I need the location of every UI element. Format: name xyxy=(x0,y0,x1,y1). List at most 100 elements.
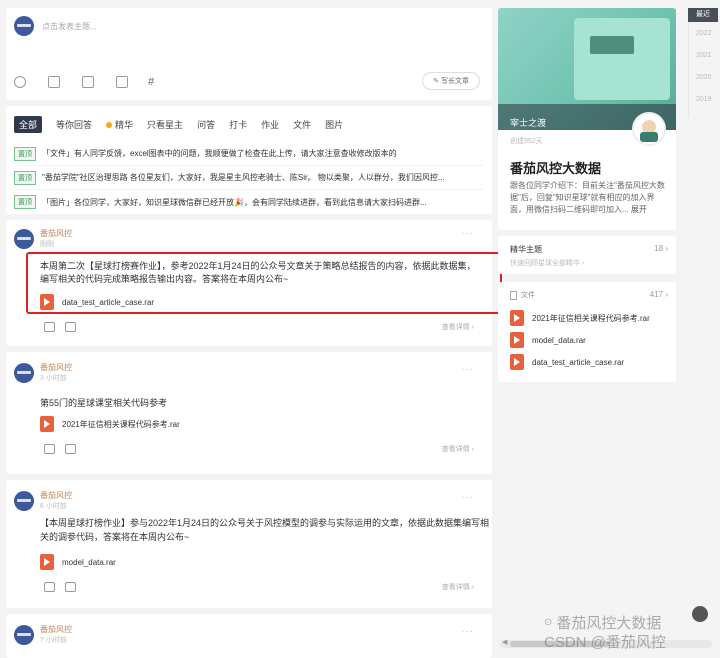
post-time: 3 小时前 xyxy=(40,375,67,382)
rar-file-icon xyxy=(510,310,524,326)
rar-file-icon xyxy=(510,354,524,370)
filter-tabs: 全部 等你回答 精华 只看星主 问答 打卡 作业 文件 图片 xyxy=(14,116,357,133)
author-avatar xyxy=(14,490,34,511)
write-article-button[interactable]: ✎ 写长文章 xyxy=(422,72,480,90)
more-menu-icon[interactable]: ··· xyxy=(461,492,474,503)
file-icon[interactable] xyxy=(82,76,94,88)
post-time: 刚刚 xyxy=(40,241,54,248)
pinned-item[interactable]: 置顶 「文件」有人同学反馈，excel图表中的问题，我顺便做了检查在此上传，请大… xyxy=(14,142,484,166)
timeline-year[interactable]: 2019 xyxy=(696,96,712,103)
rar-file-icon xyxy=(40,416,54,432)
pen-icon: ✎ xyxy=(433,78,440,85)
comment-icon[interactable] xyxy=(65,322,76,332)
document-icon xyxy=(510,290,517,300)
pinned-list: 置顶 「文件」有人同学反馈，excel图表中的问题，我顺便做了检查在此上传，请大… xyxy=(14,142,484,214)
files-count[interactable]: 417 › xyxy=(650,290,668,299)
sidebar-file-item[interactable]: data_test_article_case.rar xyxy=(510,354,624,370)
post-card: 番茄风控 6 小时前 ··· 【本周星球打榜作业】参与2022年1月24日的公众… xyxy=(6,480,492,608)
pinned-text: 「图片」各位同学，大家好，知识星球微信群已经开放🎉，会有同学陆续进群，看到此信息… xyxy=(42,197,427,207)
filter-qa[interactable]: 问答 xyxy=(197,118,215,131)
filter-checkin[interactable]: 打卡 xyxy=(229,118,247,131)
post-time: 7 小时前 xyxy=(40,637,67,644)
comment-icon[interactable] xyxy=(65,444,76,454)
feed-header-card: 全部 等你回答 精华 只看星主 问答 打卡 作业 文件 图片 置顶 「文件」有人… xyxy=(6,106,492,214)
more-menu-icon[interactable]: ··· xyxy=(461,626,474,637)
filter-files[interactable]: 文件 xyxy=(293,118,311,131)
filter-images[interactable]: 图片 xyxy=(325,118,343,131)
attachment-name: data_test_article_case.rar xyxy=(62,297,155,307)
essence-card[interactable]: 精华主题 18 › 快速回顾星球全部精华 › xyxy=(498,236,676,274)
author-name[interactable]: 番茄风控 xyxy=(40,228,72,239)
see-details-link[interactable]: 查看详情 › xyxy=(442,582,474,592)
files-card: 文件 417 › 2021年征信相关课程代码参考.rar model_data.… xyxy=(498,282,676,382)
support-bubble-icon[interactable] xyxy=(692,606,708,622)
sidebar-file-name: model_data.rar xyxy=(532,335,586,345)
user-avatar xyxy=(14,16,34,36)
sidebar-file-item[interactable]: model_data.rar xyxy=(510,332,586,348)
rar-file-icon xyxy=(40,294,54,310)
author-avatar xyxy=(14,624,34,645)
sidebar-file-name: data_test_article_case.rar xyxy=(532,357,625,367)
author-name[interactable]: 番茄风控 xyxy=(40,362,72,373)
post-time: 6 小时前 xyxy=(40,503,67,510)
filter-awaiting[interactable]: 等你回答 xyxy=(56,118,92,131)
write-article-label: 写长文章 xyxy=(441,78,469,85)
pinned-text: "番茄学院"社区治理思路 各位星友们，大家好，我是星主风控老骑士、陈Sir。 物… xyxy=(42,173,445,182)
more-menu-icon[interactable]: ··· xyxy=(461,364,474,375)
essence-label: 精华主题 xyxy=(510,245,542,254)
see-details-link[interactable]: 查看详情 › xyxy=(442,322,474,332)
image-icon[interactable] xyxy=(48,76,60,88)
scroll-left-icon[interactable]: ◀ xyxy=(502,638,507,646)
timeline-recent[interactable]: 最近 xyxy=(688,8,718,22)
filter-homework[interactable]: 作业 xyxy=(261,118,279,131)
intro-expand-link[interactable]: 展开 xyxy=(631,205,647,214)
timeline-year[interactable]: 2020 xyxy=(696,74,712,81)
see-details-link[interactable]: 查看详情 › xyxy=(442,444,474,454)
essence-sub: 快速回顾星球全部精华 › xyxy=(510,260,585,267)
pinned-item[interactable]: 置顶 「图片」各位同学，大家好，知识星球微信群已经开放🎉，会有同学陆续进群，看到… xyxy=(14,190,484,214)
emoji-icon[interactable] xyxy=(14,76,26,88)
attachment[interactable]: model_data.rar xyxy=(40,554,116,570)
rar-file-icon xyxy=(40,554,54,570)
author-avatar xyxy=(14,362,34,383)
comment-icon[interactable] xyxy=(65,582,76,592)
post-card: 番茄风控 7 小时前 ··· xyxy=(6,614,492,658)
hashtag-button[interactable]: # xyxy=(148,76,154,88)
rar-file-icon xyxy=(510,332,524,348)
timeline-year[interactable]: 2021 xyxy=(696,52,712,59)
group-card: 宰士之渡 创建952天 番茄风控大数据 跟各位同学介绍下：目前关注"番茄风控大数… xyxy=(498,8,676,230)
attachment[interactable]: data_test_article_case.rar xyxy=(40,294,154,310)
sidebar-file-item[interactable]: 2021年征信相关课程代码参考.rar xyxy=(510,310,650,326)
author-avatar xyxy=(14,228,34,249)
pinned-tag: 置顶 xyxy=(14,146,36,161)
author-name[interactable]: 番茄风控 xyxy=(40,624,72,635)
post-body: 第55门的星球课堂相关代码参考 xyxy=(40,398,168,408)
watermark-line2: CSDN @番茄风控 xyxy=(544,634,666,651)
group-name: 番茄风控大数据 xyxy=(510,161,602,176)
watermark: ⊙ 番茄风控大数据 CSDN @番茄风控 xyxy=(544,612,666,652)
post-body: 【本周星球打榜作业】参与2022年1月24日的公众号关于风控模型的调参与实际运用… xyxy=(40,518,490,542)
filter-all[interactable]: 全部 xyxy=(14,116,43,133)
pinned-tag: 置顶 xyxy=(14,170,36,185)
pinned-item[interactable]: 置顶 "番茄学院"社区治理思路 各位星友们，大家好，我是星主风控老骑士、陈Sir… xyxy=(14,166,484,190)
like-icon[interactable] xyxy=(44,444,55,454)
attachment[interactable]: 2021年征信相关课程代码参考.rar xyxy=(40,416,180,432)
composer-input[interactable]: 点击发表主题... xyxy=(42,21,97,32)
filter-essence[interactable]: 精华 xyxy=(106,118,133,131)
like-icon[interactable] xyxy=(44,582,55,592)
wechat-icon: ⊙ xyxy=(544,617,553,628)
banner-title: 宰士之渡 xyxy=(510,118,547,128)
more-menu-icon[interactable]: ··· xyxy=(461,228,474,239)
filter-owner-only[interactable]: 只看星主 xyxy=(147,118,183,131)
author-name[interactable]: 番茄风控 xyxy=(40,490,72,501)
group-intro: 跟各位同学介绍下：目前关注"番茄风控大数据"后，回复"知识星球"就有相应的加入界… xyxy=(510,180,670,218)
like-icon[interactable] xyxy=(44,322,55,332)
sidebar-file-name: 2021年征信相关课程代码参考.rar xyxy=(532,313,650,323)
post-card: 番茄风控 3 小时前 ··· 第55门的星球课堂相关代码参考 2021年征信相关… xyxy=(6,352,492,474)
timeline-year[interactable]: 2022 xyxy=(696,30,712,37)
pinned-tag: 置顶 xyxy=(14,195,36,209)
post-body: 本周第二次【星球打榜赛作业】，参考2022年1月24日的公众号文章关于策略总结报… xyxy=(40,261,476,284)
files-label: 文件 xyxy=(521,292,535,299)
video-icon[interactable] xyxy=(116,76,128,88)
composer-card: 点击发表主题... # ✎ 写长文章 xyxy=(6,8,492,100)
